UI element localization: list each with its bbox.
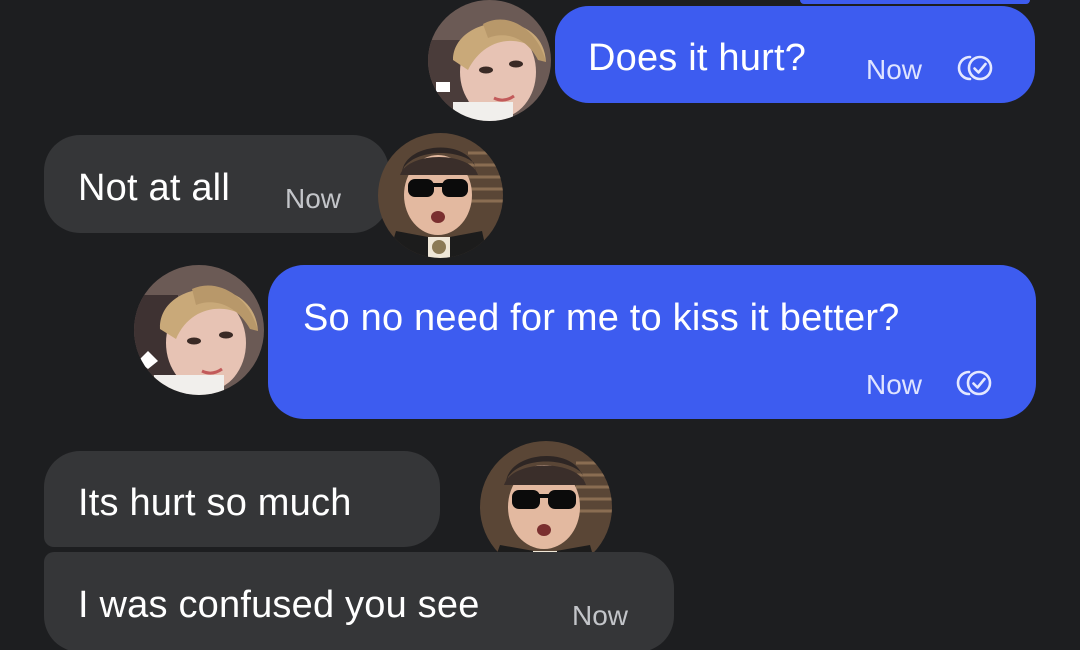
contact-avatar[interactable]: [378, 133, 503, 258]
double-check-icon: [955, 53, 1003, 83]
sender-avatar[interactable]: [134, 265, 264, 395]
message-time: Now: [866, 54, 923, 85]
received-message-bubble[interactable]: I was confused you see Now: [44, 552, 674, 650]
sent-message-bubble[interactable]: So no need for me to kiss it better? Now: [268, 265, 1036, 419]
message-text: I was confused you see: [78, 584, 480, 626]
message-text: Its hurt so much: [78, 482, 352, 524]
message-text: Does it hurt?: [588, 37, 807, 79]
sender-avatar[interactable]: [428, 0, 551, 121]
received-message-bubble[interactable]: Not at all Now: [44, 135, 389, 233]
message-time: Now: [285, 183, 342, 214]
message-text: So no need for me to kiss it better?: [303, 297, 900, 339]
double-check-icon: [954, 368, 1002, 398]
previous-message-edge: [800, 0, 1030, 4]
message-time: Now: [866, 369, 923, 400]
sent-message-bubble[interactable]: Does it hurt? Now: [555, 6, 1035, 103]
message-text: Not at all: [78, 167, 230, 209]
received-message-bubble[interactable]: Its hurt so much: [44, 451, 440, 547]
message-time: Now: [572, 600, 629, 631]
chat-thread: Does it hurt? Now Not at all Now So no n…: [0, 0, 1080, 650]
